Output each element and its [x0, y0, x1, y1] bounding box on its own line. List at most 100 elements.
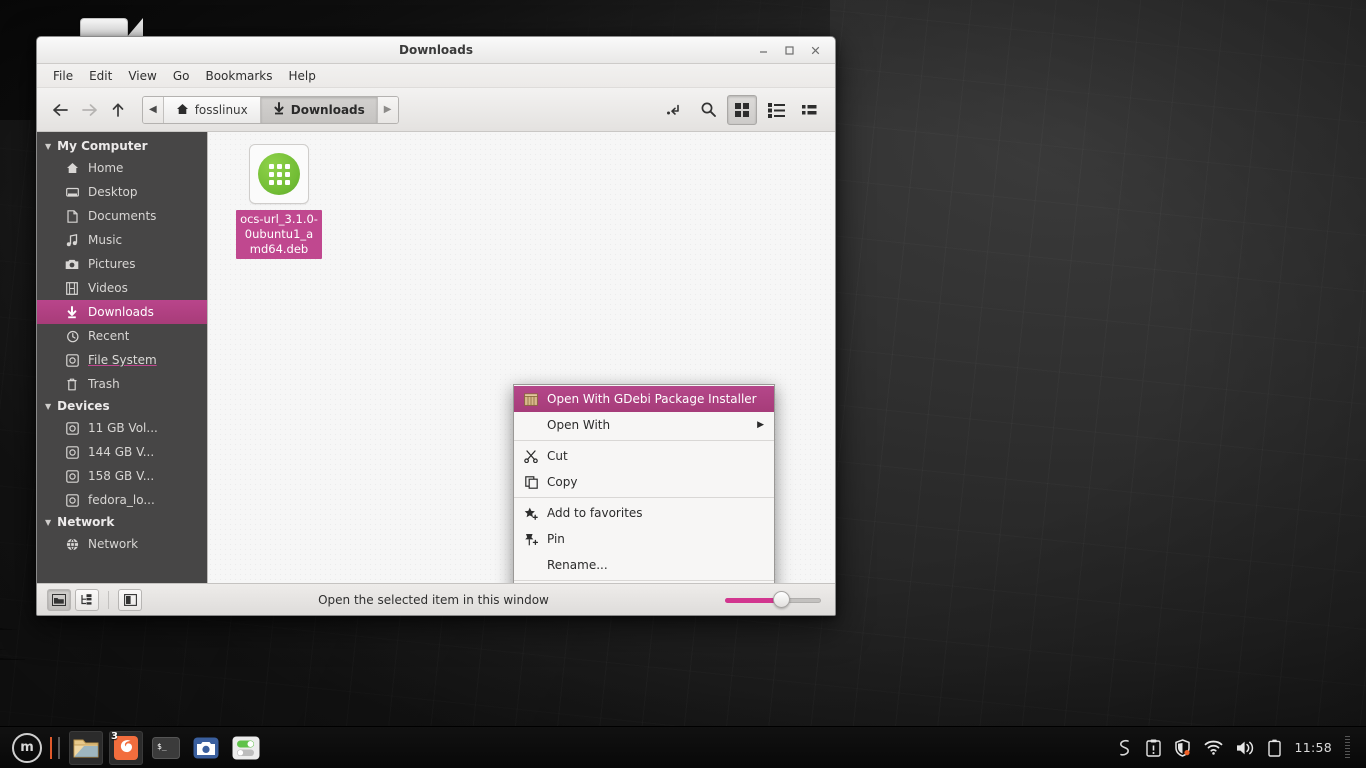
context-menu-item-rename[interactable]: Rename...: [514, 552, 774, 578]
zoom-slider-knob[interactable]: [772, 590, 790, 608]
compact-view[interactable]: [795, 95, 825, 125]
network-wifi-icon[interactable]: [1204, 740, 1223, 755]
volume-icon[interactable]: [1236, 740, 1255, 756]
menu-item-file[interactable]: File: [45, 66, 81, 86]
menu-item-edit[interactable]: Edit: [81, 66, 120, 86]
star-plus-icon: [523, 507, 539, 520]
back-arrow-icon[interactable]: [47, 97, 73, 123]
toggle-sidebar-button[interactable]: [118, 588, 142, 611]
sidebar-group-my-computer[interactable]: ▼ My Computer: [37, 136, 207, 156]
context-menu-separator: [514, 580, 774, 581]
globe-icon: [65, 538, 79, 551]
sidebar-group-devices[interactable]: ▼ Devices: [37, 396, 207, 416]
sidebar-item-label: Pictures: [88, 257, 136, 271]
taskbar-item-settings[interactable]: [229, 731, 263, 765]
mint-menu-button[interactable]: m: [12, 732, 42, 763]
maximize-icon[interactable]: [777, 40, 801, 60]
trash-icon: [65, 378, 79, 391]
background-window-tab[interactable]: [80, 18, 143, 38]
download-icon: [273, 102, 285, 117]
minimize-icon[interactable]: [751, 40, 775, 60]
context-menu-item-pin[interactable]: Pin: [514, 526, 774, 552]
sidebar-item-volume-158gb[interactable]: 158 GB V...: [37, 464, 207, 488]
document-icon: [65, 209, 79, 223]
tree-view-button[interactable]: [75, 588, 99, 611]
context-menu-item-label: Cut: [547, 449, 568, 463]
sidebar-item-desktop[interactable]: Desktop: [37, 180, 207, 204]
clock[interactable]: 11:58: [1294, 740, 1332, 755]
sidebar-item-label: 158 GB V...: [88, 469, 155, 483]
forward-arrow-icon[interactable]: [76, 97, 102, 123]
breadcrumb-label: fosslinux: [194, 102, 248, 117]
sidebar-item-fedora-volume[interactable]: fedora_lo...: [37, 488, 207, 512]
download-icon: [65, 305, 79, 319]
sidebar-item-videos[interactable]: Videos: [37, 276, 207, 300]
title-bar: Downloads: [37, 37, 835, 64]
desktop-icon: [65, 187, 79, 198]
context-menu-item-add-to-favorites[interactable]: Add to favorites: [514, 500, 774, 526]
film-icon: [65, 281, 79, 295]
zoom-slider[interactable]: [725, 590, 821, 609]
breadcrumb-scroll-right[interactable]: ▶: [377, 96, 398, 123]
up-arrow-icon[interactable]: [105, 97, 131, 123]
taskbar-item-file-manager[interactable]: [69, 730, 103, 765]
sidebar-item-music[interactable]: Music: [37, 228, 207, 252]
menu-item-bookmarks[interactable]: Bookmarks: [197, 66, 280, 86]
menu-item-help[interactable]: Help: [281, 66, 324, 86]
music-note-icon: [65, 233, 79, 247]
sidebar-item-label: Videos: [88, 281, 128, 295]
menu-bar: File Edit View Go Bookmarks Help: [37, 64, 835, 88]
sidebar-item-label: Downloads: [88, 305, 154, 319]
camera-icon: [193, 737, 219, 758]
context-menu-item-copy[interactable]: Copy: [514, 469, 774, 495]
search-icon[interactable]: [693, 95, 723, 125]
taskbar-item-firefox[interactable]: 3: [109, 730, 143, 765]
sidebar-item-label: 11 GB Vol...: [88, 421, 158, 435]
firewall-shield-icon[interactable]: [1174, 738, 1191, 757]
taskbar-item-screenshot[interactable]: [189, 731, 223, 765]
sidebar-item-trash[interactable]: Trash: [37, 372, 207, 396]
breadcrumb-item-downloads[interactable]: Downloads: [260, 96, 378, 123]
sidebar-item-label: Documents: [88, 209, 157, 223]
sidebar-item-volume-11gb[interactable]: 11 GB Vol...: [37, 416, 207, 440]
icon-view[interactable]: [727, 94, 757, 125]
update-manager-icon[interactable]: [1146, 739, 1162, 757]
context-menu-item-open-with[interactable]: Open With ▶: [514, 412, 774, 438]
window-body: ▼ My Computer Home Desktop Documents Mus…: [37, 132, 835, 583]
file-list-area[interactable]: ocs-url_3.1.0-0ubuntu1_amd64.deb Open Wi…: [207, 132, 835, 583]
taskbar-grip[interactable]: [1345, 735, 1350, 760]
path-entry-toggle[interactable]: [659, 95, 689, 125]
sidebar-group-label: My Computer: [57, 139, 148, 153]
context-menu-item-label: Add to favorites: [547, 506, 643, 520]
breadcrumb-item-fosslinux[interactable]: fosslinux: [163, 96, 261, 123]
terminal-icon: $_: [152, 736, 180, 759]
chevron-down-icon: ▼: [45, 401, 52, 411]
battery-icon[interactable]: [1268, 739, 1282, 757]
sidebar-item-recent[interactable]: Recent: [37, 324, 207, 348]
context-menu-item-cut[interactable]: Cut: [514, 443, 774, 469]
menu-item-go[interactable]: Go: [165, 66, 198, 86]
file-item[interactable]: ocs-url_3.1.0-0ubuntu1_amd64.deb: [230, 144, 328, 259]
taskbar-item-terminal[interactable]: $_: [149, 731, 183, 765]
sidebar-item-network[interactable]: Network: [37, 532, 207, 556]
sidebar-group-network[interactable]: ▼ Network: [37, 512, 207, 532]
sidebar-item-pictures[interactable]: Pictures: [37, 252, 207, 276]
sidebar-item-documents[interactable]: Documents: [37, 204, 207, 228]
close-icon[interactable]: [803, 40, 827, 60]
context-menu: Open With GDebi Package Installer Open W…: [513, 384, 775, 583]
list-view[interactable]: [761, 95, 791, 125]
sidebar-item-label: Desktop: [88, 185, 138, 199]
breadcrumb: ◀ fosslinux Downloads ▶: [142, 95, 399, 124]
sidebar-item-home[interactable]: Home: [37, 156, 207, 180]
breadcrumb-scroll-left[interactable]: ◀: [143, 96, 164, 123]
workspace-icon[interactable]: [1117, 739, 1133, 757]
sidebar-item-volume-144gb[interactable]: 144 GB V...: [37, 440, 207, 464]
places-view-button[interactable]: [47, 588, 71, 611]
taskbar-divider: [58, 736, 60, 759]
menu-item-view[interactable]: View: [120, 66, 164, 86]
sidebar-item-downloads[interactable]: Downloads: [37, 300, 207, 324]
context-menu-separator: [514, 440, 774, 441]
sidebar-item-file-system[interactable]: File System: [37, 348, 207, 372]
sidebar-item-label: 144 GB V...: [88, 445, 155, 459]
context-menu-item-open-with-gdebi[interactable]: Open With GDebi Package Installer: [514, 386, 774, 412]
